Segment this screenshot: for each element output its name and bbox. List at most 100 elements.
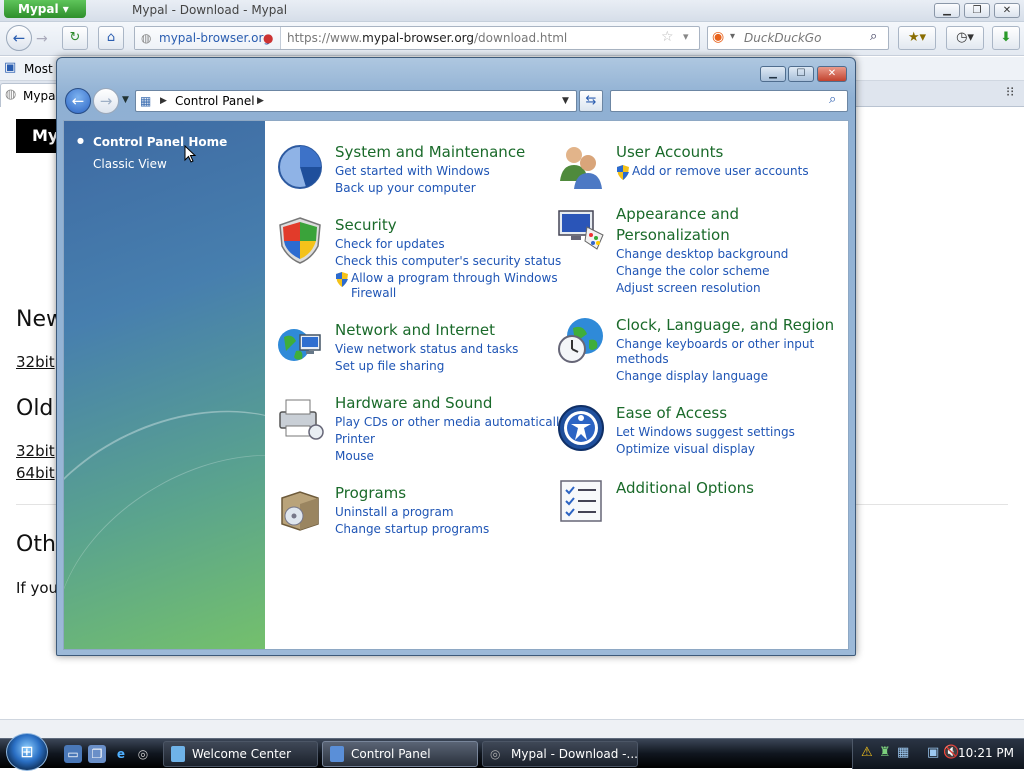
refresh-icon[interactable]: ⇆ (579, 90, 603, 112)
app-menu-button[interactable]: Mypal ▾ (4, 0, 86, 18)
app-menu-label: Mypal (18, 2, 59, 16)
star-icon[interactable]: ☆ (661, 29, 674, 45)
task-link[interactable]: Back up your computer (335, 181, 476, 195)
maximize-button[interactable]: ☐ (788, 66, 814, 82)
task-link[interactable]: Optimize visual display (616, 442, 755, 456)
close-button[interactable]: ✕ (994, 3, 1020, 18)
task-link[interactable]: Check for updates (335, 237, 445, 251)
category-title[interactable]: Hardware and Sound (335, 394, 492, 412)
chevron-right-icon[interactable]: ▶ (257, 91, 264, 111)
home-icon[interactable]: ⌂ (98, 26, 124, 50)
task-link[interactable]: Change the color scheme (616, 264, 770, 278)
hardware-printer-icon (279, 399, 324, 440)
close-button[interactable]: ✕ (817, 66, 847, 82)
history-icon[interactable]: ◷▾ (946, 26, 984, 50)
task-link[interactable]: Get started with Windows (335, 164, 490, 178)
task-link[interactable]: Change keyboards or other input (616, 337, 814, 351)
chevron-down-icon[interactable]: ▾ (730, 31, 735, 42)
nav-control-panel-home[interactable]: Control Panel Home (93, 135, 227, 149)
category-title[interactable]: Ease of Access (616, 404, 727, 422)
address-bar[interactable]: ▦ ▶ Control Panel ▶ ▼ (135, 90, 577, 112)
task-link[interactable]: Change display language (616, 369, 768, 383)
search-icon[interactable]: ⌕ (829, 92, 836, 107)
warning-icon: ● (263, 31, 274, 45)
breadcrumb[interactable]: Control Panel (175, 91, 255, 111)
chevron-down-icon[interactable]: ▼ (122, 95, 129, 105)
switch-windows-icon[interactable]: ❐ (88, 745, 106, 763)
site-identity-box[interactable]: ◍ mypal-browser.org ● (135, 27, 281, 49)
task-link[interactable]: Add or remove user accounts (632, 164, 809, 178)
volume-muted-icon[interactable]: 🔇 (943, 745, 959, 760)
task-link[interactable]: Change desktop background (616, 247, 788, 261)
category-title[interactable]: System and Maintenance (335, 143, 525, 161)
bookmarks-menu-icon[interactable]: ★▾ (898, 26, 936, 50)
search-icon[interactable]: ⌕ (870, 29, 877, 44)
category-title[interactable]: Clock, Language, and Region (616, 316, 834, 334)
tray-shield-icon[interactable]: ♜ (879, 745, 891, 760)
link-32bit-old[interactable]: 32bit (16, 442, 55, 460)
url-bar[interactable]: ◍ mypal-browser.org ● https://www.mypal-… (134, 26, 700, 50)
media-icon[interactable]: ◎ (134, 745, 152, 763)
user-accounts-icon (560, 147, 602, 189)
internet-explorer-icon[interactable]: e (112, 745, 130, 763)
minimize-button[interactable]: ▁ (760, 66, 786, 82)
control-panel-window[interactable]: ▁ ☐ ✕ ← → ▼ ▦ ▶ Control Panel ▶ ▼ ⇆ ⌕ ● … (56, 57, 856, 656)
taskbar-button-welcome-center[interactable]: Welcome Center (163, 741, 318, 767)
forward-arrow-icon[interactable]: → (36, 31, 48, 47)
category-title[interactable]: Security (335, 216, 397, 234)
search-bar[interactable]: ◉ ▾ DuckDuckGo ⌕ (707, 26, 889, 50)
task-link[interactable]: Allow a program through Windows (351, 271, 558, 285)
start-button[interactable]: ⊞ (6, 733, 48, 771)
task-link[interactable]: View network status and tasks (335, 342, 518, 356)
control-panel-icon (330, 746, 344, 762)
tray-app-icon[interactable]: ▦ (897, 745, 909, 760)
chevron-down-icon[interactable]: ▾ (683, 30, 689, 43)
link-64bit-old[interactable]: 64bit (16, 464, 55, 482)
duckduckgo-icon[interactable]: ◉ (712, 29, 724, 45)
url-domain: mypal-browser.org (362, 31, 475, 45)
task-link[interactable]: Play CDs or other media automatically (335, 415, 566, 429)
task-link[interactable]: methods (616, 352, 669, 366)
network-globe-icon (278, 329, 321, 361)
security-alert-icon[interactable]: ⚠ (861, 745, 873, 760)
minimize-button[interactable]: ▁ (934, 3, 960, 18)
chevron-down-icon[interactable]: ▼ (562, 91, 569, 111)
download-icon[interactable]: ⬇ (992, 26, 1020, 50)
task-link[interactable]: Mouse (335, 449, 374, 463)
category-ease-of-access: Ease of Access Let Windows suggest setti… (557, 404, 827, 464)
taskbar-button-mypal[interactable]: ◎ Mypal - Download -... (482, 741, 638, 767)
task-link[interactable]: Change startup programs (335, 522, 489, 536)
reload-icon[interactable]: ↻ (62, 26, 88, 50)
all-tabs-icon[interactable]: ⁝⁝ (1006, 85, 1014, 100)
task-link[interactable]: Let Windows suggest settings (616, 425, 795, 439)
tab-mypal[interactable]: ◍ Mypal (0, 83, 59, 107)
task-link[interactable]: Check this computer's security status (335, 254, 561, 268)
taskbar-button-control-panel[interactable]: Control Panel (322, 741, 478, 767)
network-icon[interactable]: ▣ (927, 745, 939, 760)
category-title[interactable]: Programs (335, 484, 406, 502)
category-title[interactable]: User Accounts (616, 143, 723, 161)
bullet-icon: ● (77, 136, 84, 145)
task-link[interactable]: Printer (335, 432, 375, 446)
forward-arrow-icon[interactable]: → (93, 88, 119, 114)
task-link[interactable]: Firewall (351, 286, 396, 300)
url-path: /download.html (474, 31, 568, 45)
nav-classic-view[interactable]: Classic View (93, 157, 167, 171)
category-title[interactable]: Network and Internet (335, 321, 495, 339)
url-text[interactable]: https://www.mypal-browser.org/download.h… (287, 27, 567, 49)
back-arrow-icon[interactable]: ← (6, 25, 32, 51)
category-title[interactable]: Additional Options (616, 479, 754, 497)
search-input[interactable]: ⌕ (610, 90, 848, 112)
link-32bit-new[interactable]: 32bit (16, 353, 55, 371)
restore-button[interactable]: ❐ (964, 3, 990, 18)
clock[interactable]: 10:21 PM (958, 746, 1014, 760)
category-title-line2[interactable]: Personalization (616, 226, 730, 244)
category-title[interactable]: Appearance and (616, 205, 739, 223)
welcome-center-icon (171, 746, 185, 762)
task-link[interactable]: Adjust screen resolution (616, 281, 761, 295)
show-desktop-icon[interactable]: ▭ (64, 745, 82, 763)
task-link[interactable]: Set up file sharing (335, 359, 444, 373)
back-arrow-icon[interactable]: ← (65, 88, 91, 114)
task-link[interactable]: Uninstall a program (335, 505, 454, 519)
site-logo[interactable]: My (16, 119, 58, 153)
